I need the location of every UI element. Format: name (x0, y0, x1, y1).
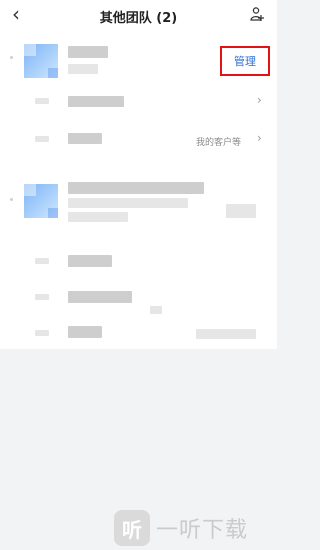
row-subtext: 我的客户等 (196, 138, 242, 148)
row-label-redacted[interactable] (68, 255, 112, 267)
team-avatar (24, 44, 58, 78)
team-info-redacted (68, 198, 188, 208)
list-dot (10, 56, 13, 59)
list-dot (10, 198, 13, 201)
row-label-redacted[interactable] (68, 326, 102, 338)
row-icon-redacted (35, 294, 49, 300)
team-action-redacted[interactable] (226, 204, 256, 218)
watermark-logo-icon: 听 (114, 510, 150, 546)
row-icon-redacted (35, 330, 49, 336)
team-avatar (24, 184, 58, 218)
row-label-redacted[interactable] (68, 291, 132, 303)
chevron-right-icon: › (257, 131, 262, 145)
team-name-redacted (68, 182, 204, 194)
chevron-right-icon: › (257, 93, 262, 107)
manage-label: 管理 (234, 55, 256, 68)
watermark: 听 一听下载 (114, 508, 248, 548)
row-label-redacted[interactable] (68, 96, 124, 107)
team-name-redacted (68, 46, 108, 58)
team-list: 管理 › 我的客户等 › (0, 36, 277, 349)
person-add-icon[interactable] (249, 6, 265, 22)
top-nav-bar: ‹ 其他团队 (2) (0, 0, 277, 36)
row-label-redacted[interactable] (68, 133, 102, 144)
row-badge-redacted (150, 306, 162, 314)
team-info-redacted (68, 212, 128, 222)
row-icon-redacted (35, 98, 49, 104)
page-title: 其他团队 (2) (99, 11, 178, 26)
team-info-redacted (68, 64, 98, 74)
watermark-text: 一听下载 (156, 518, 249, 543)
row-icon-redacted (35, 258, 49, 264)
manage-button[interactable]: 管理 (220, 46, 270, 76)
row-icon-redacted (35, 136, 49, 142)
row-value-redacted (196, 329, 256, 339)
